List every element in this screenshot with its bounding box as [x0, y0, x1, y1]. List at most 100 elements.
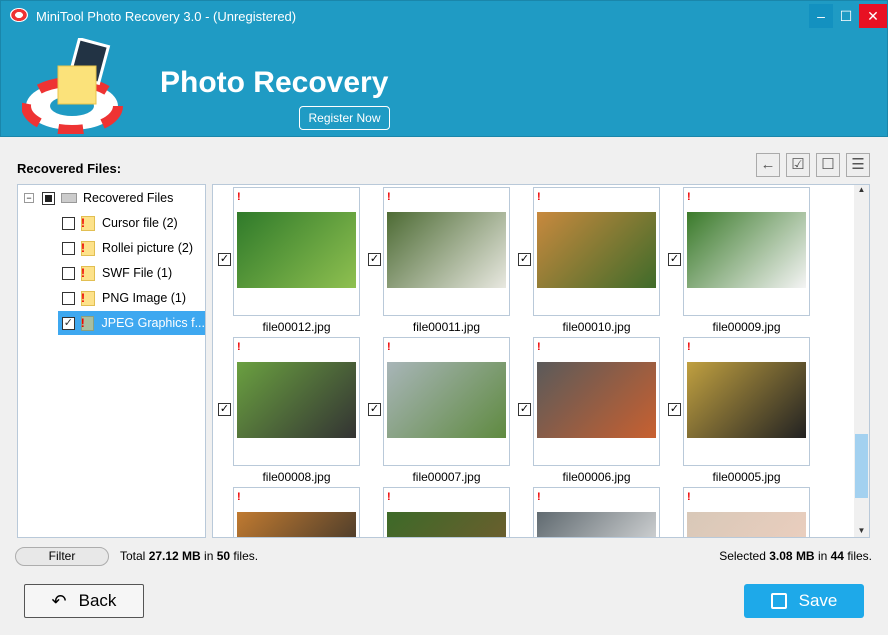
app-title: Photo Recovery: [160, 66, 389, 99]
recovered-files-label: Recovered Files:: [17, 161, 122, 176]
collapse-icon[interactable]: −: [24, 193, 34, 203]
tree-item-rollei[interactable]: Rollei picture (2): [62, 237, 193, 259]
tree-item-label: PNG Image (1): [102, 291, 187, 305]
warning-icon: !: [537, 491, 541, 503]
drive-icon: [61, 193, 77, 203]
file-checkbox[interactable]: ✓: [518, 253, 531, 266]
tree-item-label: SWF File (1): [102, 266, 173, 280]
thumbnail-card[interactable]: !: [383, 337, 510, 466]
root-checkbox[interactable]: [42, 191, 55, 205]
save-label: Save: [798, 591, 838, 610]
folder-icon: [81, 240, 95, 256]
file-checkbox[interactable]: ✓: [518, 403, 531, 416]
checkbox[interactable]: ✓: [62, 316, 75, 330]
file-checkbox[interactable]: ✓: [368, 253, 381, 266]
back-button[interactable]: ↶ Back: [24, 584, 144, 618]
thumbnail-card[interactable]: !: [683, 487, 810, 537]
photo-thumbnail: [687, 512, 806, 537]
file-name: file00007.jpg: [412, 470, 481, 484]
thumbnail-card[interactable]: !: [233, 337, 360, 466]
file-name: file00008.jpg: [262, 470, 331, 484]
thumbnail-card[interactable]: !: [533, 187, 660, 316]
tree-item-label: Cursor file (2): [102, 216, 178, 230]
tree-root[interactable]: − Recovered Files: [24, 187, 173, 209]
file-name: file00010.jpg: [562, 320, 631, 334]
photo-thumbnail: [687, 212, 806, 288]
file-name: file00011.jpg: [412, 320, 481, 334]
undo-arrow-icon: ↶: [51, 590, 67, 611]
maximize-button[interactable]: ☐: [834, 4, 858, 28]
tree-item-cursor[interactable]: Cursor file (2): [62, 212, 178, 234]
back-arrow-button[interactable]: ←: [756, 153, 780, 177]
checkbox[interactable]: [62, 241, 75, 255]
tree-item-label: JPEG Graphics f...: [101, 316, 205, 330]
file-name: file00012.jpg: [262, 320, 331, 334]
warning-icon: !: [237, 191, 241, 203]
photo-thumbnail: [237, 212, 356, 288]
tree-item-swf[interactable]: SWF File (1): [62, 262, 172, 284]
uncheck-all-button[interactable]: ☐: [816, 153, 840, 177]
back-label: Back: [78, 591, 117, 610]
thumbnail-card[interactable]: !: [383, 187, 510, 316]
photo-thumbnail: [237, 362, 356, 438]
total-status: Total 27.12 MB in 50 files.: [120, 549, 259, 563]
folder-icon: [81, 290, 95, 306]
file-checkbox[interactable]: ✓: [668, 403, 681, 416]
app-icon: [10, 8, 28, 22]
floppy-disk-icon: [770, 593, 787, 609]
folder-icon: [81, 215, 95, 231]
photo-thumbnail: [237, 512, 356, 537]
checkbox[interactable]: [62, 266, 75, 280]
tree-item-jpeg[interactable]: ✓ JPEG Graphics f...: [58, 311, 205, 335]
file-name: file00009.jpg: [712, 320, 781, 334]
photo-thumbnail: [537, 512, 656, 537]
window-title: MiniTool Photo Recovery 3.0 - (Unregiste…: [36, 9, 297, 24]
file-checkbox[interactable]: ✓: [218, 253, 231, 266]
tree-item-png[interactable]: PNG Image (1): [62, 287, 186, 309]
photo-thumbnail: [537, 362, 656, 438]
warning-icon: !: [237, 341, 241, 353]
thumbnail-grid: ! ✓ file00012.jpg! ✓ file00011.jpg! ✓ file0001…: [212, 184, 870, 538]
tree-root-label: Recovered Files: [83, 191, 174, 205]
thumbnail-card[interactable]: !: [683, 187, 810, 316]
photo-thumbnail: [537, 212, 656, 288]
file-checkbox[interactable]: ✓: [368, 403, 381, 416]
file-name: file00005.jpg: [712, 470, 781, 484]
folder-icon: [81, 265, 95, 281]
file-tree: − Recovered Files Cursor file (2) Rollei…: [17, 184, 206, 538]
thumbnail-card[interactable]: !: [683, 337, 810, 466]
tree-item-label: Rollei picture (2): [102, 241, 194, 255]
warning-icon: !: [537, 191, 541, 203]
app-logo: [21, 36, 132, 135]
photo-thumbnail: [387, 512, 506, 537]
thumbnail-card[interactable]: !: [533, 337, 660, 466]
thumbnail-card[interactable]: !: [533, 487, 660, 537]
photo-thumbnail: [687, 362, 806, 438]
scrollbar-thumb[interactable]: [855, 434, 868, 498]
save-button[interactable]: Save: [744, 584, 864, 618]
photo-thumbnail: [387, 212, 506, 288]
warning-icon: !: [387, 191, 391, 203]
check-all-button[interactable]: ☑: [786, 153, 810, 177]
photo-thumbnail: [387, 362, 506, 438]
warning-icon: !: [687, 341, 691, 353]
register-now-button[interactable]: Register Now: [299, 106, 390, 130]
minimize-button[interactable]: –: [809, 4, 833, 28]
warning-icon: !: [237, 491, 241, 503]
checkbox[interactable]: [62, 291, 75, 305]
selected-status: Selected 3.08 MB in 44 files.: [719, 549, 872, 563]
file-checkbox[interactable]: ✓: [218, 403, 231, 416]
file-name: file00006.jpg: [562, 470, 631, 484]
warning-icon: !: [387, 341, 391, 353]
thumbnail-card[interactable]: !: [383, 487, 510, 537]
thumbnail-card[interactable]: !: [233, 187, 360, 316]
file-checkbox[interactable]: ✓: [668, 253, 681, 266]
folder-icon: [80, 315, 95, 331]
thumbnail-card[interactable]: !: [233, 487, 360, 537]
warning-icon: !: [537, 341, 541, 353]
warning-icon: !: [687, 191, 691, 203]
checkbox[interactable]: [62, 216, 75, 230]
close-button[interactable]: ✕: [859, 4, 887, 28]
list-view-button[interactable]: ☰: [846, 153, 870, 177]
filter-button[interactable]: Filter: [15, 547, 109, 566]
